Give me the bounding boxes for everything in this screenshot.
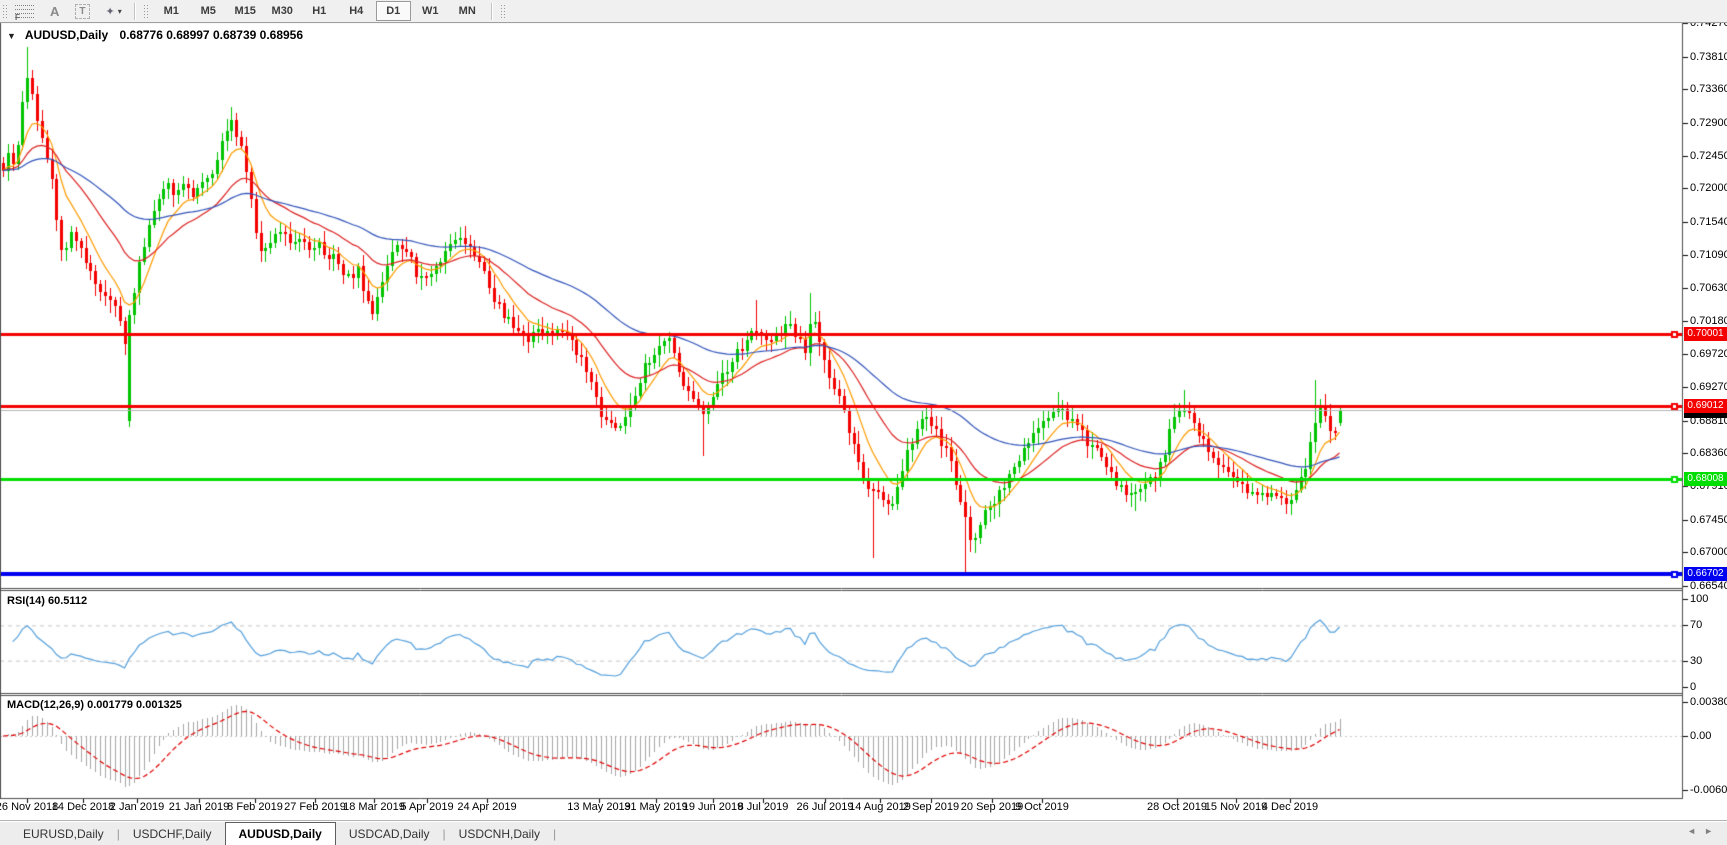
price-axis-tick: 0.73810 <box>1690 50 1727 64</box>
tab-nav-right-icon[interactable]: ► <box>1704 826 1721 836</box>
price-axis-tick: 0.71540 <box>1690 215 1727 229</box>
price-axis-tick: 0.70630 <box>1690 281 1727 295</box>
tab-usdchf[interactable]: USDCHF,Daily <box>120 824 225 845</box>
text-icon[interactable]: A <box>50 4 59 19</box>
hline-price-box[interactable]: 0.69012 <box>1684 399 1727 413</box>
rsi-axis-tick: 70 <box>1690 618 1702 632</box>
chart-symbol: AUDUSD,Daily <box>25 28 108 42</box>
tab-eurusd[interactable]: EURUSD,Daily <box>10 824 117 845</box>
macd-axis-tick: 0.003804 <box>1690 695 1727 709</box>
hline-price-box[interactable]: 0.70001 <box>1684 327 1727 341</box>
date-axis-label: 31 May 2019 <box>624 801 688 813</box>
chart-collapse-icon[interactable]: ▼ <box>7 31 16 41</box>
price-axis-tick: 0.72900 <box>1690 116 1727 130</box>
macd-label: MACD(12,26,9) 0.001779 0.001325 <box>7 699 182 711</box>
price-axis-tick: 0.70180 <box>1690 314 1727 328</box>
price-axis-tick: 0.72450 <box>1690 149 1727 163</box>
price-axis-tick: 0.69720 <box>1690 347 1727 361</box>
date-axis-label: 5 Apr 2019 <box>400 801 453 813</box>
price-axis-tick: 0.67000 <box>1690 545 1727 559</box>
tab-usdcad[interactable]: USDCAD,Daily <box>336 824 443 845</box>
date-axis-label: 26 Nov 2018 <box>0 801 58 813</box>
date-axis-label: 2 Jan 2019 <box>110 801 164 813</box>
toolbar-drag-handle[interactable] <box>143 4 149 19</box>
date-axis-label: 28 Oct 2019 <box>1147 801 1207 813</box>
date-axis-label: 8 Jul 2019 <box>738 801 789 813</box>
toolbar: F A T ✦ ▾ M1M5M15M30H1H4D1W1MN <box>0 0 1727 23</box>
chart-canvas[interactable] <box>0 0 1727 844</box>
price-axis-tick: 0.68360 <box>1690 446 1727 460</box>
date-axis-label: 21 Jan 2019 <box>169 801 230 813</box>
price-axis-tick: 0.72000 <box>1690 181 1727 195</box>
date-axis-label: 19 Jun 2019 <box>683 801 744 813</box>
timeframe-button-m30[interactable]: M30 <box>265 1 300 21</box>
timeframe-button-mn[interactable]: MN <box>450 1 485 21</box>
tab-separator: | <box>553 824 556 845</box>
chart-tab-bar: EURUSD,Daily|USDCHF,DailyAUDUSD,DailyUSD… <box>0 820 1727 845</box>
timeframe-button-h1[interactable]: H1 <box>302 1 337 21</box>
rsi-axis-tick: 100 <box>1690 592 1708 606</box>
chevron-down-icon[interactable]: ▾ <box>118 7 122 16</box>
arrows-icon[interactable]: ✦ <box>106 5 115 18</box>
timeframe-button-m15[interactable]: M15 <box>228 1 263 21</box>
timeframe-button-m1[interactable]: M1 <box>154 1 189 21</box>
mt4-window: F A T ✦ ▾ M1M5M15M30H1H4D1W1MN ▼ AUDUSD,… <box>0 0 1727 844</box>
macd-axis-tick: 0.00 <box>1690 729 1711 743</box>
price-axis-tick: 0.73360 <box>1690 82 1727 96</box>
toolbar-drag-handle[interactable] <box>2 4 8 19</box>
date-axis-label: 9 Oct 2019 <box>1015 801 1069 813</box>
hline-price-box[interactable]: 0.68008 <box>1684 472 1727 486</box>
price-axis-tick: 0.69270 <box>1690 380 1727 394</box>
timeframe-button-d1[interactable]: D1 <box>376 1 411 21</box>
date-axis-label: 4 Dec 2019 <box>1262 801 1318 813</box>
date-axis-label: 8 Feb 2019 <box>227 801 283 813</box>
rsi-value: 60.5112 <box>48 595 87 607</box>
timeframe-button-m5[interactable]: M5 <box>191 1 226 21</box>
timeframe-button-w1[interactable]: W1 <box>413 1 448 21</box>
price-axis-tick: 0.67450 <box>1690 513 1727 527</box>
text-label-icon[interactable]: T <box>75 4 89 19</box>
macd-axis-tick: -0.006087 <box>1690 783 1727 797</box>
macd-values: 0.001779 0.001325 <box>87 699 182 711</box>
date-axis-label: 27 Feb 2019 <box>284 801 346 813</box>
tab-usdcnh[interactable]: USDCNH,Daily <box>446 824 553 845</box>
toolbar-separator <box>134 3 136 20</box>
price-axis-tick: 0.71090 <box>1690 248 1727 262</box>
rsi-label: RSI(14) 60.5112 <box>7 595 87 607</box>
date-axis-label: 18 Mar 2019 <box>343 801 405 813</box>
tab-nav-left-icon[interactable]: ◄ <box>1687 826 1704 836</box>
timeframe-group: M1M5M15M30H1H4D1W1MN <box>153 1 486 21</box>
date-axis-label: 24 Apr 2019 <box>457 801 516 813</box>
date-axis-label: 26 Jul 2019 <box>797 801 854 813</box>
hline-price-box[interactable]: 0.66702 <box>1684 567 1727 581</box>
date-axis-label: 2 Sep 2019 <box>903 801 959 813</box>
toolbar-drag-handle[interactable] <box>500 4 506 19</box>
date-axis-label: 14 Aug 2019 <box>849 801 911 813</box>
rsi-axis-tick: 30 <box>1690 654 1702 668</box>
date-axis-label: 13 May 2019 <box>567 801 631 813</box>
rsi-axis-tick: 0 <box>1690 680 1696 694</box>
chart-ohlc-values: 0.68776 0.68997 0.68739 0.68956 <box>120 28 304 42</box>
chart-title: ▼ AUDUSD,Daily 0.68776 0.68997 0.68739 0… <box>7 28 303 42</box>
date-axis-label: 15 Nov 2019 <box>1205 801 1267 813</box>
fibonacci-icon[interactable]: F <box>15 5 34 18</box>
toolbar-separator <box>491 3 493 20</box>
tab-nav-arrows: ◄► <box>1687 826 1721 836</box>
tab-audusd[interactable]: AUDUSD,Daily <box>225 822 336 845</box>
timeframe-button-h4[interactable]: H4 <box>339 1 374 21</box>
date-axis-label: 20 Sep 2019 <box>961 801 1023 813</box>
date-axis-label: 14 Dec 2018 <box>52 801 114 813</box>
